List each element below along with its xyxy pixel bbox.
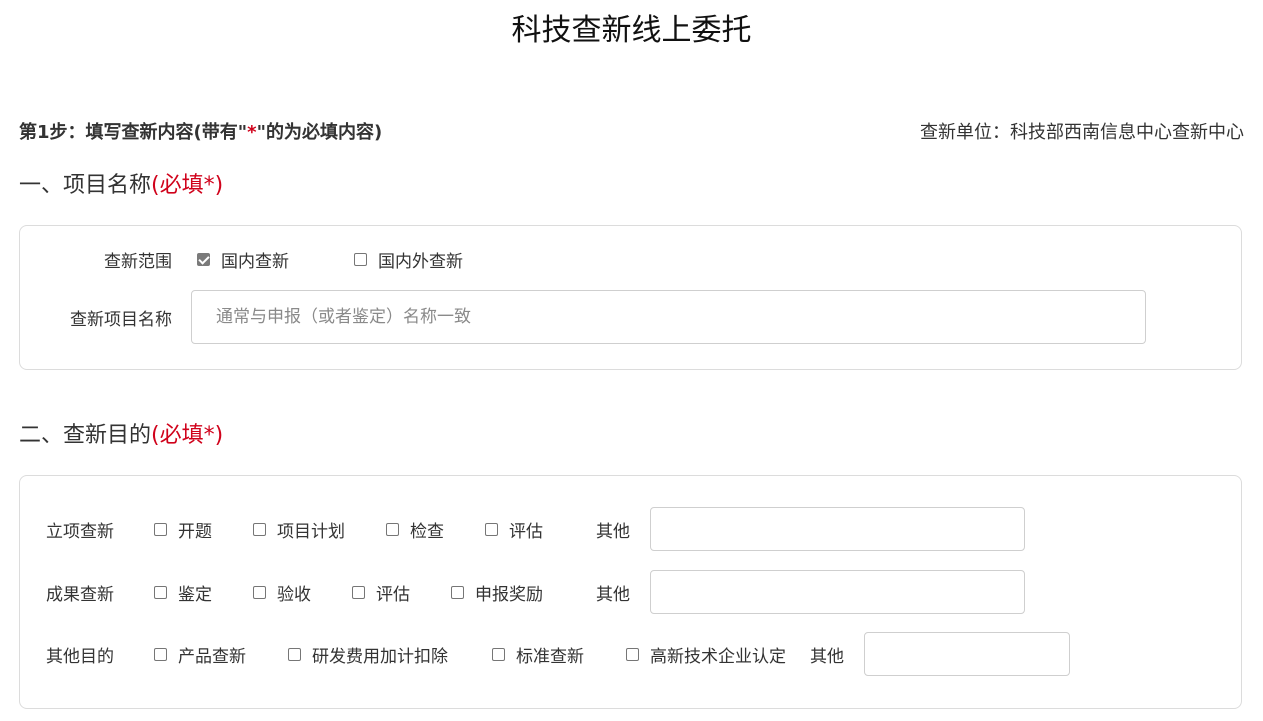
purpose-row-project: 立项查新 开题 项目计划 检查 评估 其他 xyxy=(46,507,1025,551)
purpose-option-checkbox[interactable]: 验收 xyxy=(253,580,352,605)
page: 科技查新线上委托 第1步：填写查新内容(带有"*"的为必填内容) 查新单位：科技… xyxy=(0,0,1263,721)
scope-label: 查新范围 xyxy=(104,251,172,272)
project-name-row: 查新项目名称 xyxy=(20,290,1146,344)
step-title-suffix: "的为必填内容) xyxy=(256,122,383,143)
purpose-option-checkbox[interactable]: 产品查新 xyxy=(154,642,288,667)
step-title: 第1步：填写查新内容(带有"*"的为必填内容) xyxy=(19,119,382,147)
purpose-row-other: 其他目的 产品查新 研发费用加计扣除 标准查新 高新技术企业认定 其他 xyxy=(46,632,1070,676)
other-label: 其他 xyxy=(596,521,630,542)
checkbox-unchecked-icon[interactable] xyxy=(485,522,498,536)
purpose-option-checkbox[interactable]: 标准查新 xyxy=(492,642,626,667)
purpose-row-achievement: 成果查新 鉴定 验收 评估 申报奖励 其他 xyxy=(46,570,1025,614)
other-input[interactable] xyxy=(650,507,1025,551)
checkbox-checked-icon[interactable] xyxy=(197,252,210,266)
checkbox-unchecked-icon[interactable] xyxy=(288,647,301,661)
purpose-option-checkbox[interactable]: 申报奖励 xyxy=(451,580,596,605)
checkbox-unchecked-icon[interactable] xyxy=(253,522,266,536)
option-label: 申报奖励 xyxy=(475,584,543,605)
purpose-option-checkbox[interactable]: 开题 xyxy=(154,517,253,542)
purpose-option-checkbox[interactable]: 鉴定 xyxy=(154,580,253,605)
purpose-panel: 立项查新 开题 项目计划 检查 评估 其他 成果查新 鉴定 验收 评估 申报奖励… xyxy=(19,475,1242,709)
checkbox-unchecked-icon[interactable] xyxy=(626,647,639,661)
purpose-option-checkbox[interactable]: 评估 xyxy=(485,517,596,542)
section-project-name-title: 一、项目名称(必填*) xyxy=(19,170,223,202)
scope-domestic-checkbox[interactable]: 国内查新 xyxy=(197,247,289,272)
other-input[interactable] xyxy=(864,632,1070,676)
purpose-option-checkbox[interactable]: 研发费用加计扣除 xyxy=(288,642,492,667)
unit-info: 查新单位：科技部西南信息中心查新中心 xyxy=(920,122,1244,143)
other-input[interactable] xyxy=(650,570,1025,614)
scope-row: 查新范围 国内查新 国内外查新 xyxy=(20,246,463,272)
other-label: 其他 xyxy=(596,584,630,605)
option-label: 验收 xyxy=(277,584,311,605)
option-label: 产品查新 xyxy=(178,646,246,667)
project-name-panel: 查新范围 国内查新 国内外查新 查新项目名称 xyxy=(19,225,1242,370)
checkbox-unchecked-icon[interactable] xyxy=(352,585,365,599)
option-label: 高新技术企业认定 xyxy=(650,646,786,667)
project-name-label: 查新项目名称 xyxy=(70,309,172,330)
checkbox-unchecked-icon[interactable] xyxy=(154,647,167,661)
checkbox-unchecked-icon[interactable] xyxy=(253,585,266,599)
purpose-option-checkbox[interactable]: 检查 xyxy=(386,517,485,542)
purpose-option-checkbox[interactable]: 项目计划 xyxy=(253,517,386,542)
section-purpose-title: 二、查新目的(必填*) xyxy=(19,420,223,452)
checkbox-unchecked-icon[interactable] xyxy=(451,585,464,599)
scope-international-label: 国内外查新 xyxy=(378,251,463,272)
option-label: 鉴定 xyxy=(178,584,212,605)
section-project-name-label: 一、项目名称 xyxy=(19,173,152,198)
checkbox-unchecked-icon[interactable] xyxy=(154,522,167,536)
checkbox-unchecked-icon[interactable] xyxy=(492,647,505,661)
purpose-row-label: 立项查新 xyxy=(46,521,114,542)
page-title: 科技查新线上委托 xyxy=(511,13,752,48)
option-label: 项目计划 xyxy=(277,521,345,542)
step-title-prefix: 第1步：填写查新内容(带有" xyxy=(19,122,248,143)
purpose-option-checkbox[interactable]: 高新技术企业认定 xyxy=(626,642,810,667)
required-star: * xyxy=(247,122,257,143)
checkbox-unchecked-icon[interactable] xyxy=(354,252,367,266)
project-name-input[interactable] xyxy=(191,290,1146,344)
scope-international-checkbox[interactable]: 国内外查新 xyxy=(354,247,463,272)
purpose-row-label: 其他目的 xyxy=(46,646,114,667)
option-label: 评估 xyxy=(509,521,543,542)
scope-domestic-label: 国内查新 xyxy=(221,251,289,272)
checkbox-unchecked-icon[interactable] xyxy=(154,585,167,599)
section-purpose-label: 二、查新目的 xyxy=(19,423,152,448)
option-label: 开题 xyxy=(178,521,212,542)
option-label: 评估 xyxy=(376,584,410,605)
required-mark: (必填*) xyxy=(151,423,224,448)
purpose-option-checkbox[interactable]: 评估 xyxy=(352,580,451,605)
option-label: 研发费用加计扣除 xyxy=(312,646,448,667)
checkbox-unchecked-icon[interactable] xyxy=(386,522,399,536)
option-label: 标准查新 xyxy=(516,646,584,667)
required-mark: (必填*) xyxy=(151,173,224,198)
option-label: 检查 xyxy=(410,521,444,542)
other-label: 其他 xyxy=(810,646,844,667)
purpose-row-label: 成果查新 xyxy=(46,584,114,605)
